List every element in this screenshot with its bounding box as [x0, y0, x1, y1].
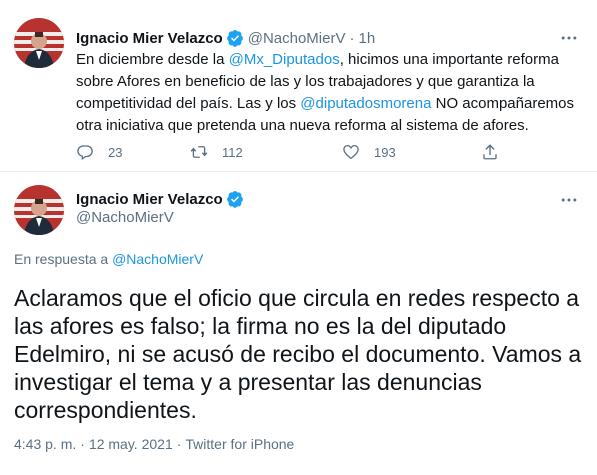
author-handle[interactable]: @NachoMierV [248, 30, 346, 47]
author-handle[interactable]: @NachoMierV [76, 209, 174, 226]
tweet-actions: 23 112 193 [76, 140, 546, 164]
retweet-icon [190, 146, 208, 158]
tweet-text-line: las afores es falso; la firma no es la d… [14, 313, 507, 339]
like-count: 193 [374, 144, 396, 160]
tweet-date[interactable]: 12 may. 2021 [89, 436, 173, 452]
tweet-text: Aclaramos que el oficio que circula en r… [14, 284, 589, 424]
reply-context: En respuesta a @NachoMierV [14, 251, 203, 267]
tweet-text-line: otra iniciativa que pretenda una nueva r… [76, 117, 529, 134]
tweet-text-line: Aclaramos que el oficio que circula en r… [14, 285, 580, 311]
separator-dot: · [80, 436, 85, 452]
reply-prefix: En respuesta a [14, 251, 113, 267]
retweet-count: 112 [222, 144, 243, 160]
avatar-image [14, 185, 64, 235]
tweet-text-line: investigar el tema y a presentar las den… [14, 369, 482, 395]
reply-icon [77, 145, 93, 161]
tweet-source: Twitter for iPhone [185, 436, 295, 452]
share-icon [483, 144, 497, 160]
author-name-row: Ignacio Mier Velazco [76, 189, 244, 209]
like-button[interactable]: 193 [342, 140, 396, 164]
author-name[interactable]: Ignacio Mier Velazco [76, 30, 223, 47]
text-fragment: NO acompañaremos [431, 95, 574, 112]
tweet-text-line: correspondientes. [14, 397, 197, 423]
verified-badge-icon [226, 190, 243, 208]
mention-link[interactable]: @diputadosmorena [300, 95, 431, 112]
reply-mention-link[interactable]: @NachoMierV [112, 251, 203, 267]
tweet-parent[interactable]: Ignacio Mier Velazco @NachoMierV · 1h En… [0, 0, 597, 172]
separator-dot: · [176, 436, 182, 452]
mention-link[interactable]: @Mx_Diputados [229, 51, 340, 68]
avatar-image [14, 18, 64, 68]
tweet-text-line: sobre Afores en beneficio de las y los t… [76, 73, 535, 90]
author-name[interactable]: Ignacio Mier Velazco [76, 191, 223, 208]
tweet-text-line: competitividad del país. Las y los @dipu… [76, 93, 586, 115]
avatar[interactable] [14, 185, 64, 235]
like-icon [343, 144, 359, 160]
tweet-timestamp[interactable]: 4:43 p. m. [14, 436, 76, 452]
text-fragment: competitividad del país. Las y los [76, 95, 301, 112]
tweet-meta: 4:43 p. m. · 12 may. 2021 · Twitter for iPho… [14, 436, 294, 452]
tweet-time[interactable]: 1h [358, 30, 375, 47]
tweet-text: En diciembre desde la @Mx_Diputados, hic… [76, 49, 586, 137]
reply-count: 23 [108, 144, 123, 160]
tweet-text-line: En diciembre desde la @Mx_Diputados, hic… [76, 49, 586, 71]
tweet-focused: Ignacio Mier Velazco @NachoMierV En resp… [0, 172, 597, 475]
tweet-header: Ignacio Mier Velazco @NachoMierV · 1h [76, 28, 375, 48]
tweet-text-line: Edelmiro, ni se acusó de recibo el docum… [14, 341, 582, 367]
text-fragment: , hicimos una importante reforma [339, 51, 559, 68]
more-options-icon[interactable] [559, 28, 579, 48]
separator-dot: · [349, 29, 355, 47]
verified-badge-icon [226, 29, 243, 47]
share-button[interactable] [481, 140, 499, 164]
more-options-icon[interactable] [559, 190, 579, 210]
text-fragment: En diciembre desde la [76, 51, 229, 68]
avatar[interactable] [14, 18, 64, 68]
reply-button[interactable]: 23 [76, 140, 122, 164]
retweet-button[interactable]: 112 [190, 140, 243, 164]
